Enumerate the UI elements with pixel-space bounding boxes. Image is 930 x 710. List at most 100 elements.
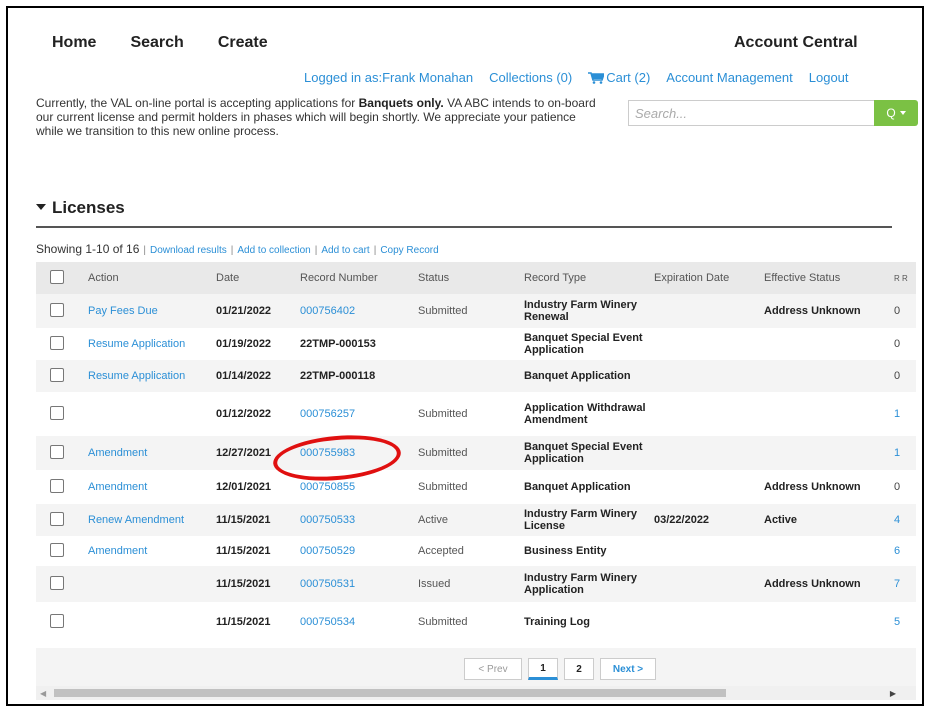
record-number-cell[interactable]: 000750534 [296, 602, 414, 642]
notice-part1: Currently, the VAL on-line portal is acc… [36, 96, 359, 110]
cart-icon [588, 72, 605, 84]
horizontal-scrollbar[interactable]: ◀ ▶ [36, 686, 916, 700]
action-cell[interactable]: Amendment [84, 470, 212, 504]
effective-status-cell [760, 328, 890, 360]
action-text[interactable]: Amendment [88, 545, 147, 557]
row-checkbox[interactable] [50, 367, 64, 382]
record-type-cell: Industry Farm Winery Application [520, 566, 650, 602]
col-header-truncated[interactable]: R R [890, 262, 916, 294]
table-row: Resume Application 01/14/2022 22TMP-000118… [36, 360, 916, 392]
record-number-cell[interactable]: 000756402 [296, 294, 414, 328]
record-number-cell[interactable]: 000750531 [296, 566, 414, 602]
action-cell[interactable]: Pay Fees Due [84, 294, 212, 328]
row-checkbox[interactable] [50, 613, 64, 628]
date-text: 01/19/2022 [216, 338, 272, 350]
search-input[interactable]: Search... [628, 100, 876, 126]
page-2-button[interactable]: 2 [564, 658, 594, 680]
next-page-button[interactable]: Next > [600, 658, 656, 680]
nav-account-central[interactable]: Account Central [734, 34, 858, 52]
scroll-right-icon[interactable]: ▶ [890, 689, 896, 698]
action-text[interactable]: Resume Application [88, 370, 185, 382]
record-type-cell: Banquet Application [520, 360, 650, 392]
download-results-link[interactable]: Download results [150, 245, 227, 256]
account-management-link[interactable]: Account Management [666, 70, 792, 85]
add-to-collection-link[interactable]: Add to collection [237, 245, 310, 256]
truncated-text: 1 [894, 447, 901, 459]
record-number-cell[interactable]: 000755983 [296, 436, 414, 470]
record-number-cell[interactable]: 000750855 [296, 470, 414, 504]
logged-in-user-link[interactable]: Logged in as:Frank Monahan [304, 70, 473, 85]
row-checkbox-cell [36, 294, 84, 328]
status-text: Accepted [418, 545, 464, 557]
cart-link[interactable]: Cart (2) [588, 70, 650, 85]
action-cell[interactable]: Resume Application [84, 360, 212, 392]
row-checkbox[interactable] [50, 542, 64, 557]
collections-link[interactable]: Collections (0) [489, 70, 572, 85]
page-1-button[interactable]: 1 [528, 658, 558, 680]
record-number-text[interactable]: 000756257 [300, 408, 355, 420]
nav-create[interactable]: Create [218, 34, 268, 52]
date-text: 11/15/2021 [216, 545, 271, 557]
truncated-text: 1 [894, 408, 901, 420]
status-cell [414, 360, 520, 392]
col-header-date[interactable]: Date [212, 262, 296, 294]
col-header-record-type[interactable]: Record Type [520, 262, 650, 294]
scroll-left-icon[interactable]: ◀ [40, 689, 46, 698]
record-type-text: Banquet Application [524, 370, 631, 382]
record-number-text[interactable]: 000755983 [300, 447, 355, 459]
logout-link[interactable]: Logout [809, 70, 849, 85]
action-cell [84, 602, 212, 642]
table-row: Pay Fees Due 01/21/2022 000756402 Submitted… [36, 294, 916, 328]
record-number-text[interactable]: 000750529 [300, 545, 355, 557]
scrollbar-thumb[interactable] [54, 689, 726, 697]
row-checkbox[interactable] [50, 302, 64, 317]
record-type-text: Business Entity [524, 545, 607, 557]
add-to-cart-link[interactable]: Add to cart [321, 245, 369, 256]
action-cell[interactable]: Renew Amendment [84, 504, 212, 536]
copy-record-link[interactable]: Copy Record [380, 245, 438, 256]
effective-status-text: Address Unknown [764, 305, 861, 317]
col-header-effective-status[interactable]: Effective Status [760, 262, 890, 294]
record-number-cell[interactable]: 000756257 [296, 392, 414, 436]
action-cell[interactable]: Amendment [84, 536, 212, 566]
row-checkbox-cell [36, 504, 84, 536]
col-header-record-number[interactable]: Record Number [296, 262, 414, 294]
row-checkbox-cell [36, 536, 84, 566]
status-text: Submitted [418, 481, 468, 493]
row-checkbox[interactable] [50, 335, 64, 350]
search-button[interactable]: Q [874, 100, 918, 126]
record-number-text[interactable]: 000750533 [300, 514, 355, 526]
nav-search[interactable]: Search [130, 34, 183, 52]
row-checkbox[interactable] [50, 444, 64, 459]
effective-status-cell [760, 360, 890, 392]
action-text[interactable]: Amendment [88, 447, 147, 459]
record-type-text: Industry Farm Winery Application [524, 572, 637, 596]
record-number-text[interactable]: 000756402 [300, 305, 355, 317]
prev-page-button[interactable]: < Prev [464, 658, 522, 680]
record-type-text: Industry Farm Winery License [524, 508, 637, 532]
select-all-checkbox[interactable] [50, 269, 64, 284]
record-number-text[interactable]: 000750534 [300, 616, 355, 628]
date-cell: 01/12/2022 [212, 392, 296, 436]
status-cell: Accepted [414, 536, 520, 566]
col-header-action[interactable]: Action [84, 262, 212, 294]
record-number-cell[interactable]: 000750533 [296, 504, 414, 536]
row-checkbox[interactable] [50, 478, 64, 493]
row-checkbox[interactable] [50, 511, 64, 526]
action-cell[interactable]: Amendment [84, 436, 212, 470]
expiration-date-cell [650, 470, 760, 504]
nav-home[interactable]: Home [52, 34, 96, 52]
action-cell[interactable]: Resume Application [84, 328, 212, 360]
record-number-cell[interactable]: 000750529 [296, 536, 414, 566]
action-text[interactable]: Renew Amendment [88, 514, 184, 526]
action-text[interactable]: Pay Fees Due [88, 305, 158, 317]
action-text[interactable]: Amendment [88, 481, 147, 493]
licenses-section-toggle[interactable]: Licenses [36, 198, 125, 218]
row-checkbox[interactable] [50, 405, 64, 420]
record-number-text[interactable]: 000750531 [300, 578, 355, 590]
action-text[interactable]: Resume Application [88, 338, 185, 350]
row-checkbox[interactable] [50, 575, 64, 590]
col-header-expiration-date[interactable]: Expiration Date [650, 262, 760, 294]
col-header-status[interactable]: Status [414, 262, 520, 294]
record-number-text[interactable]: 000750855 [300, 481, 355, 493]
